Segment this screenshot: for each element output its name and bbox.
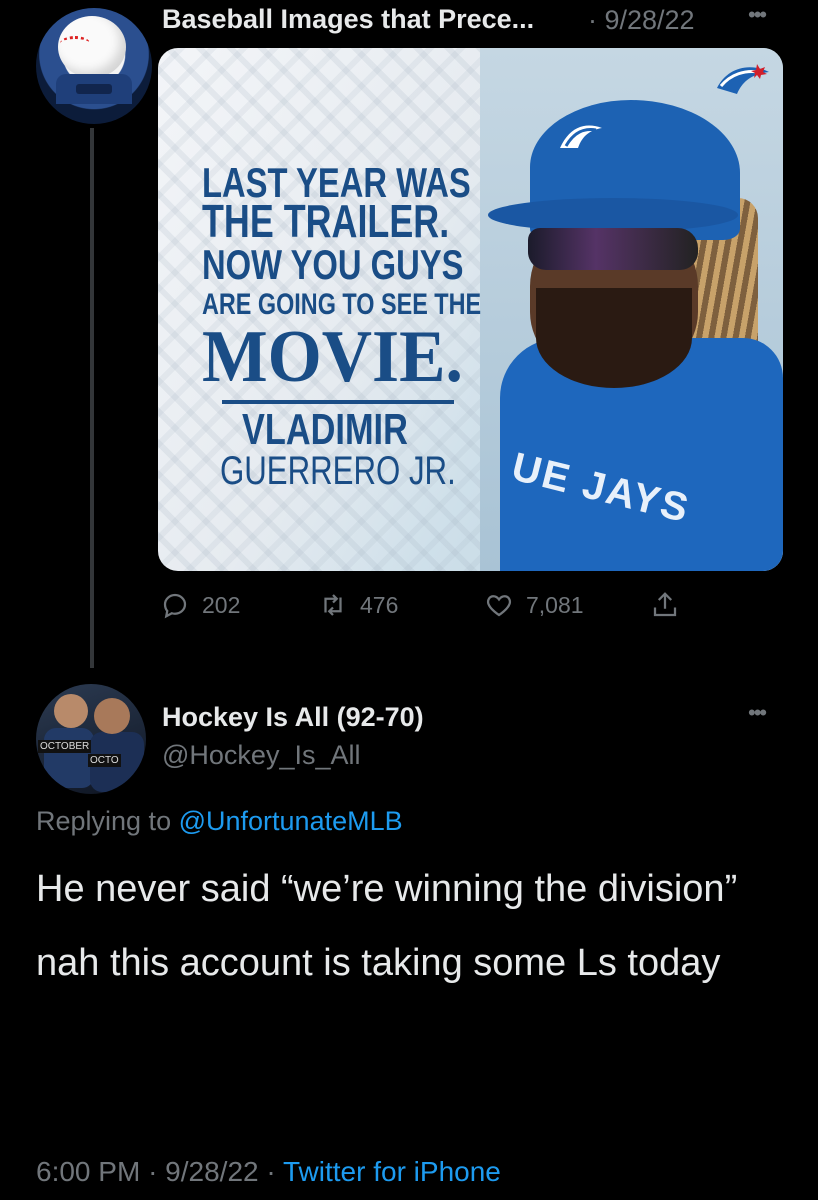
baseball-seam [60, 36, 90, 51]
reply-count: 202 [202, 591, 241, 618]
like-icon [486, 595, 512, 617]
reply-icon [163, 593, 187, 619]
avatar-tag: OCTO [88, 754, 121, 767]
retweet-count: 476 [360, 591, 399, 618]
mascot-banner [76, 84, 112, 94]
share-button[interactable] [650, 590, 680, 620]
quote-attribution: VLADIMIR [242, 405, 408, 454]
author-name[interactable]: Baseball Images that Prece... [162, 4, 534, 35]
blue-jays-logo-icon [717, 64, 769, 94]
quote-attribution: GUERRERO JR. [220, 449, 456, 493]
tweet-date[interactable]: · 9/28/22 [588, 5, 695, 36]
tweet-paragraph: nah this account is taking some Ls today [36, 942, 721, 984]
avatar-figure [44, 728, 94, 788]
player-sunglasses [528, 228, 698, 270]
avatar-baseball-images[interactable] [36, 8, 152, 124]
avatar-face [54, 694, 88, 728]
tweet-text: He never said “we’re winning the divisio… [36, 860, 776, 1008]
replying-to: Replying to @UnfortunateMLB [36, 806, 403, 837]
author-name[interactable]: Hockey Is All (92-70) [162, 702, 424, 733]
tweet-date[interactable]: · 9/28/22 · [148, 1156, 276, 1187]
quote-line: NOW YOU GUYS [202, 241, 464, 288]
avatar-tag: OCTOBER [38, 740, 92, 753]
replying-to-link[interactable]: @UnfortunateMLB [179, 806, 403, 836]
quote-line: THE TRAILER. [202, 195, 450, 247]
thread-line [90, 128, 94, 668]
tweet-image[interactable]: UE JAYS LAST YEAR WAS THE TRAILER. NOW Y… [158, 48, 783, 571]
author-handle[interactable]: @Hockey_Is_All [162, 740, 360, 771]
quote-divider [222, 400, 454, 404]
retweet-button[interactable]: 476 [318, 590, 398, 620]
tweet-source[interactable]: Twitter for iPhone [283, 1156, 501, 1187]
avatar-hockey-is-all[interactable]: OCTOBER OCTO [36, 684, 146, 794]
tweet-paragraph: He never said “we’re winning the divisio… [36, 868, 738, 910]
like-count: 7,081 [526, 591, 584, 618]
blue-jays-cap-logo-icon [560, 125, 602, 148]
tweet-metadata: 6:00 PM · 9/28/22 · Twitter for iPhone [36, 1156, 501, 1188]
more-icon[interactable]: ••• [748, 4, 767, 26]
quote-line-movie: MOVIE. [202, 316, 463, 398]
replying-prefix: Replying to [36, 806, 172, 836]
player-beard [536, 288, 692, 388]
like-button[interactable]: 7,081 [484, 590, 584, 620]
retweet-icon [324, 594, 342, 616]
more-icon[interactable]: ••• [748, 702, 767, 724]
avatar-face [94, 698, 130, 734]
reply-button[interactable]: 202 [160, 590, 240, 620]
tweet-time[interactable]: 6:00 PM [36, 1156, 140, 1187]
share-icon [653, 592, 677, 617]
player-cap-brim [488, 198, 738, 232]
